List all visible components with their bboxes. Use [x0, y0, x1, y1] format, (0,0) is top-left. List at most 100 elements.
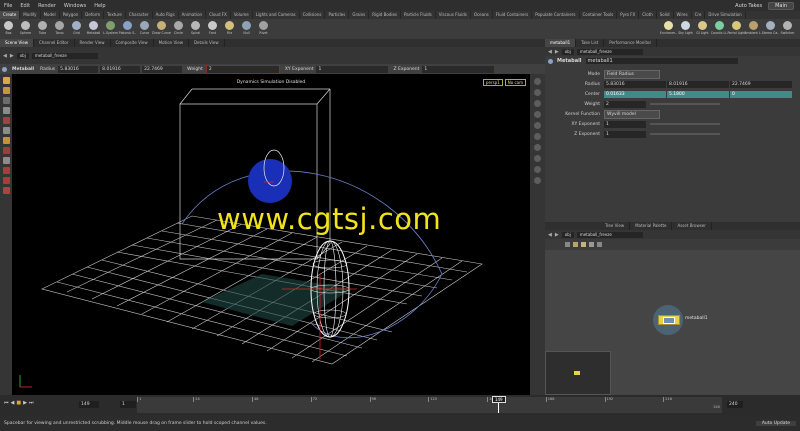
params-path-node[interactable]: metaball_freeze — [576, 48, 643, 55]
layout-icon[interactable] — [589, 241, 594, 247]
sculpt-tool-icon[interactable] — [2, 187, 10, 194]
shelf-tab-cloth[interactable]: Cloth — [639, 11, 657, 19]
tab-render-view[interactable]: Render View — [75, 39, 111, 47]
back-arrow-icon[interactable]: ◀ — [548, 49, 552, 55]
handle-tool-icon[interactable] — [2, 137, 10, 144]
rotate-tool-icon[interactable] — [2, 107, 10, 114]
op-radius-x[interactable]: 5.83016 — [58, 65, 99, 73]
shelf-tool-file[interactable]: File — [221, 19, 238, 39]
persp-menu[interactable]: persp1 — [482, 79, 503, 86]
shelf-tab-particle-fluids[interactable]: Particle Fluids — [401, 11, 436, 19]
view-tool-icon[interactable] — [2, 97, 10, 104]
shelf-tab-particles[interactable]: Particles — [325, 11, 350, 19]
shelf-tool-spiral[interactable]: Spiral — [187, 19, 204, 39]
menu-help[interactable]: Help — [90, 3, 109, 9]
tab-metaball1[interactable]: metaball1 — [545, 39, 577, 47]
end-frame-field[interactable]: 240 — [727, 401, 743, 408]
op-radius-y[interactable]: 8.01916 — [100, 65, 141, 73]
shelf-tab-fluid-containers[interactable]: Fluid Containers — [493, 11, 533, 19]
back-arrow-icon[interactable]: ◀ — [548, 232, 552, 238]
path-node[interactable]: metaball_freeze — [31, 52, 98, 59]
shelf-tool-ambient-l[interactable]: Ambient L.. — [744, 19, 763, 39]
net-path-context[interactable]: obj — [561, 231, 574, 238]
menu-render[interactable]: Render — [34, 3, 60, 9]
shelf-tool-grid[interactable]: Grid — [68, 19, 85, 39]
render-region-icon[interactable] — [2, 177, 10, 184]
param-field-weight[interactable]: 2 — [604, 100, 646, 108]
shelf-tab-deform[interactable]: Deform — [82, 11, 105, 19]
shelf-tab-collisions[interactable]: Collisions — [300, 11, 326, 19]
shelf-tab-texture[interactable]: Texture — [104, 11, 126, 19]
background-icon[interactable] — [534, 122, 541, 129]
shelf-tab-modify[interactable]: Modify — [20, 11, 41, 19]
shelf-tool-draw-curve[interactable]: Draw Curve — [152, 19, 171, 39]
shelf-tool-sphere[interactable]: Sphere — [17, 19, 34, 39]
shelf-tool-circle[interactable]: Circle — [170, 19, 187, 39]
forward-arrow-icon[interactable]: ▶ — [10, 53, 14, 59]
tab-composite-view[interactable]: Composite View — [111, 39, 154, 47]
shelf-tool-switcher[interactable]: Switcher — [779, 19, 796, 39]
shelf-tool-metaball[interactable]: Metaball — [85, 19, 102, 39]
metaball-node[interactable] — [658, 315, 680, 325]
menu-file[interactable]: File — [0, 3, 16, 9]
tab-channel-editor[interactable]: Channel Editor — [34, 39, 75, 47]
shelf-tab-character[interactable]: Character — [126, 11, 153, 19]
tab-scene-view[interactable]: Scene View — [0, 39, 34, 47]
auto-takes-toggle[interactable]: Auto Takes — [735, 3, 762, 9]
shelf-tab-solid[interactable]: Solid — [657, 11, 674, 19]
shelf-tool-curve[interactable]: Curve — [136, 19, 153, 39]
param-field-radius-1[interactable]: 8.01916 — [667, 80, 729, 88]
snap-tool-icon[interactable] — [2, 147, 10, 154]
params-path-context[interactable]: obj — [561, 48, 574, 55]
shelf-tab-pyro-fx[interactable]: Pyro FX — [617, 11, 640, 19]
shaded-icon[interactable] — [534, 100, 541, 107]
tab-performance-monitor[interactable]: Performance Monitor — [604, 39, 658, 47]
param-field-center-2[interactable]: 0 — [730, 90, 792, 98]
select-tool-icon[interactable] — [2, 77, 10, 84]
op-weight[interactable]: 2 — [205, 64, 280, 74]
shelf-tab-polygon[interactable]: Polygon — [60, 11, 83, 19]
shelf-tab-auto-rigs[interactable]: Auto Rigs — [153, 11, 179, 19]
jump-end-icon[interactable]: ⏭ — [29, 400, 34, 406]
list-icon[interactable] — [565, 241, 570, 247]
shelf-tab-create[interactable]: Create — [0, 11, 21, 19]
paint-tool-icon[interactable] — [2, 157, 10, 164]
menu-edit[interactable]: Edit — [16, 3, 34, 9]
light-icon[interactable] — [534, 111, 541, 118]
shelf-tab-lights-and-cameras[interactable]: Lights and Cameras — [253, 11, 300, 19]
node-shape-icon[interactable] — [573, 241, 578, 247]
param-slider-z-exponent[interactable] — [650, 133, 720, 135]
display-options-icon[interactable] — [534, 78, 541, 85]
cam-menu[interactable]: No cam — [504, 79, 526, 86]
jump-start-icon[interactable]: ⏮ — [4, 400, 9, 406]
shelf-tool-tube[interactable]: Tube — [34, 19, 51, 39]
scene-viewport[interactable]: Dynamics Simulation Disabled persp1 No c… — [12, 74, 530, 395]
step-back-icon[interactable]: ◀ — [11, 400, 15, 406]
blue-metaball[interactable] — [248, 159, 292, 203]
update-mode-menu[interactable]: Auto Update — [755, 420, 796, 426]
tab-details-view[interactable]: Details View — [189, 39, 225, 47]
shelf-tool-environm[interactable]: Environm.. — [660, 19, 677, 39]
back-arrow-icon[interactable]: ◀ — [3, 53, 7, 59]
magnet-tool-icon[interactable] — [2, 167, 10, 174]
grid-snap-icon[interactable] — [597, 241, 602, 247]
shelf-tab-wires[interactable]: Wires — [674, 11, 692, 19]
shelf-tab-model[interactable]: Model — [41, 11, 60, 19]
param-field-kernel-function[interactable]: Wyvill model — [604, 109, 660, 119]
param-field-center-0[interactable]: 0.01633 — [604, 90, 666, 98]
path-context[interactable]: obj — [16, 52, 29, 59]
shelf-tab-grains[interactable]: Grains — [349, 11, 370, 19]
shelf-tool-box[interactable]: Box — [0, 19, 17, 39]
pose-tool-icon[interactable] — [2, 127, 10, 134]
shelf-tool-rivet[interactable]: Rivet — [255, 19, 272, 39]
shelf-tab-container-tools[interactable]: Container Tools — [580, 11, 618, 19]
stop-icon[interactable]: ■ — [16, 400, 21, 406]
normals-icon[interactable] — [534, 144, 541, 151]
param-field-mode[interactable]: Field Radius — [604, 69, 660, 79]
params-node-name[interactable]: metaball1 — [585, 58, 738, 64]
param-field-z-exponent[interactable]: 1 — [604, 130, 646, 138]
tab-asset-browser[interactable]: Asset Browser — [672, 222, 712, 230]
shelf-tab-oceans[interactable]: Oceans — [471, 11, 493, 19]
desktop-select[interactable]: Main — [768, 1, 794, 10]
shelf-tool-caustic-li[interactable]: Caustic Li.. — [711, 19, 728, 39]
